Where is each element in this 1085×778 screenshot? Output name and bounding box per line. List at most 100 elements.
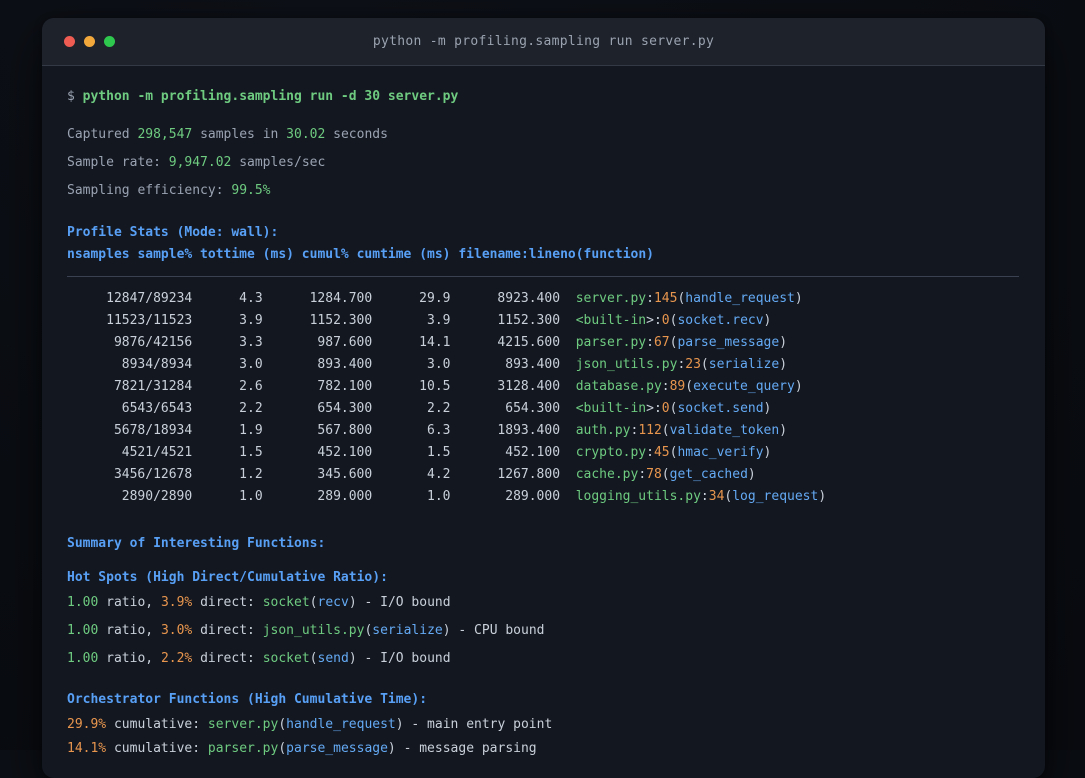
paren-close: ) [763, 401, 772, 416]
paren-close: ) [348, 595, 357, 610]
paren-close: ) [348, 651, 357, 666]
cell-tottime: 345.600 [317, 467, 373, 482]
cell-function: parse_message [677, 335, 780, 350]
cell-cumtime: 3128.400 [497, 379, 561, 394]
table-row: 11523/11523 3.9 1152.300 3.9 1152.300 <built-… [67, 310, 1020, 332]
orchestrator-line: 14.1% cumulative: parser.py(parse_messag… [67, 739, 1020, 759]
cell-cumtime: 1893.400 [497, 423, 561, 438]
efficiency-value: 99.5% [231, 183, 271, 198]
cell-cumul-pct: 3.0 [427, 357, 451, 372]
direct-pct: 3.9% [160, 595, 193, 610]
cell-filename: <built-in [575, 401, 647, 416]
cell-nsamples: 12847/89234 [106, 291, 193, 306]
cell-cumul-pct: 14.1 [419, 335, 451, 350]
paren-open: ( [278, 741, 287, 756]
hot-spot-line: 1.00 ratio, 3.9% direct: socket(recv) - … [67, 593, 1020, 613]
efficiency-line: Sampling efficiency: 99.5% [67, 181, 1020, 201]
module-name: server.py [207, 717, 279, 732]
table-row: 2890/2890 1.0 289.000 1.0 289.000 logging_uti… [67, 486, 1020, 508]
cell-filename: logging_utils.py [575, 489, 701, 504]
cell-tottime: 289.000 [317, 489, 373, 504]
captured-seconds-value: 30.02 [286, 127, 326, 142]
cell-cumtime: 654.300 [505, 401, 561, 416]
cell-tottime: 567.800 [317, 423, 373, 438]
cell-cumtime: 4215.600 [497, 335, 561, 350]
cell-lineno: 45 [653, 445, 670, 460]
shell-prompt: $ [67, 89, 83, 104]
function-name: send [317, 651, 349, 666]
paren-open: ( [661, 423, 670, 438]
separator: : [646, 335, 654, 350]
paren-open: ( [309, 651, 318, 666]
cell-function: socket.recv [677, 313, 764, 328]
cell-nsamples: 3456/12678 [113, 467, 193, 482]
hot-spot-line: 1.00 ratio, 3.0% direct: json_utils.py(s… [67, 621, 1020, 641]
paren-close: ) [387, 741, 396, 756]
captured-post-label: seconds [325, 127, 388, 142]
cell-nsamples: 11523/11523 [106, 313, 193, 328]
cell-cumul-pct: 10.5 [419, 379, 451, 394]
cell-sample-pct: 2.6 [239, 379, 263, 394]
maximize-button[interactable] [104, 36, 115, 47]
cell-lineno: 112 [638, 423, 662, 438]
command-line: $ python -m profiling.sampling run -d 30… [67, 87, 1020, 107]
cell-function: socket.send [677, 401, 764, 416]
cumulative-label: cumulative: [106, 741, 208, 756]
module-name: socket [262, 595, 310, 610]
command-text: python -m profiling.sampling run -d 30 s… [82, 89, 459, 104]
role-note: - message parsing [395, 741, 537, 756]
terminal-output: $ python -m profiling.sampling run -d 30… [42, 87, 1045, 759]
cell-cumul-pct: 1.0 [427, 489, 451, 504]
table-columns-header: nsamples sample% tottime (ms) cumul% cum… [67, 247, 654, 262]
cell-sample-pct: 3.9 [239, 313, 263, 328]
cell-nsamples: 7821/31284 [113, 379, 193, 394]
rate-unit-label: samples/sec [231, 155, 326, 170]
cell-lineno: 67 [653, 335, 670, 350]
orchestrator-line: 29.9% cumulative: server.py(handle_reque… [67, 715, 1020, 735]
paren-open: ( [661, 467, 670, 482]
cell-sample-pct: 2.2 [239, 401, 263, 416]
table-divider [67, 276, 1019, 277]
cell-lineno: 89 [669, 379, 686, 394]
direct-label: direct: [192, 651, 263, 666]
cell-tottime: 782.100 [317, 379, 373, 394]
ratio-value: 1.00 [67, 651, 99, 666]
paren-close: ) [442, 623, 451, 638]
efficiency-label: Sampling efficiency: [67, 183, 232, 198]
captured-line: Captured 298,547 samples in 30.02 second… [67, 125, 1020, 145]
cell-function: hmac_verify [677, 445, 764, 460]
cell-cumtime: 289.000 [505, 489, 561, 504]
cell-cumul-pct: 29.9 [419, 291, 451, 306]
cell-function: get_cached [669, 467, 748, 482]
table-row: 12847/89234 4.3 1284.700 29.9 8923.400 server… [67, 288, 1020, 310]
cell-cumtime: 452.100 [505, 445, 561, 460]
cell-filename: database.py [575, 379, 662, 394]
cell-sample-pct: 1.2 [239, 467, 263, 482]
cell-cumtime: 8923.400 [497, 291, 561, 306]
cell-cumtime: 893.400 [505, 357, 561, 372]
direct-pct: 3.0% [160, 623, 193, 638]
window-titlebar: python -m profiling.sampling run server.… [42, 18, 1045, 66]
ratio-label: ratio, [98, 595, 161, 610]
direct-label: direct: [192, 623, 263, 638]
cell-sample-pct: 4.3 [239, 291, 263, 306]
minimize-button[interactable] [84, 36, 95, 47]
cell-lineno: 23 [685, 357, 701, 372]
cell-cumul-pct: 3.9 [427, 313, 451, 328]
separator: : [638, 467, 647, 482]
cell-lineno: 0 [661, 313, 670, 328]
cell-function: validate_token [669, 423, 780, 438]
cell-nsamples: 8934/8934 [121, 357, 193, 372]
captured-samples-value: 298,547 [137, 127, 193, 142]
ratio-label: ratio, [98, 623, 161, 638]
close-button[interactable] [64, 36, 75, 47]
cell-sample-pct: 1.0 [239, 489, 263, 504]
cell-lineno: 34 [708, 489, 725, 504]
cell-tottime: 893.400 [317, 357, 373, 372]
table-row: 4521/4521 1.5 452.100 1.5 452.100 crypto.py:4… [67, 442, 1020, 464]
cell-nsamples: 2890/2890 [121, 489, 193, 504]
cell-tottime: 1152.300 [309, 313, 373, 328]
direct-label: direct: [192, 595, 263, 610]
cell-tottime: 987.600 [317, 335, 373, 350]
cumulative-pct: 14.1% [67, 741, 107, 756]
